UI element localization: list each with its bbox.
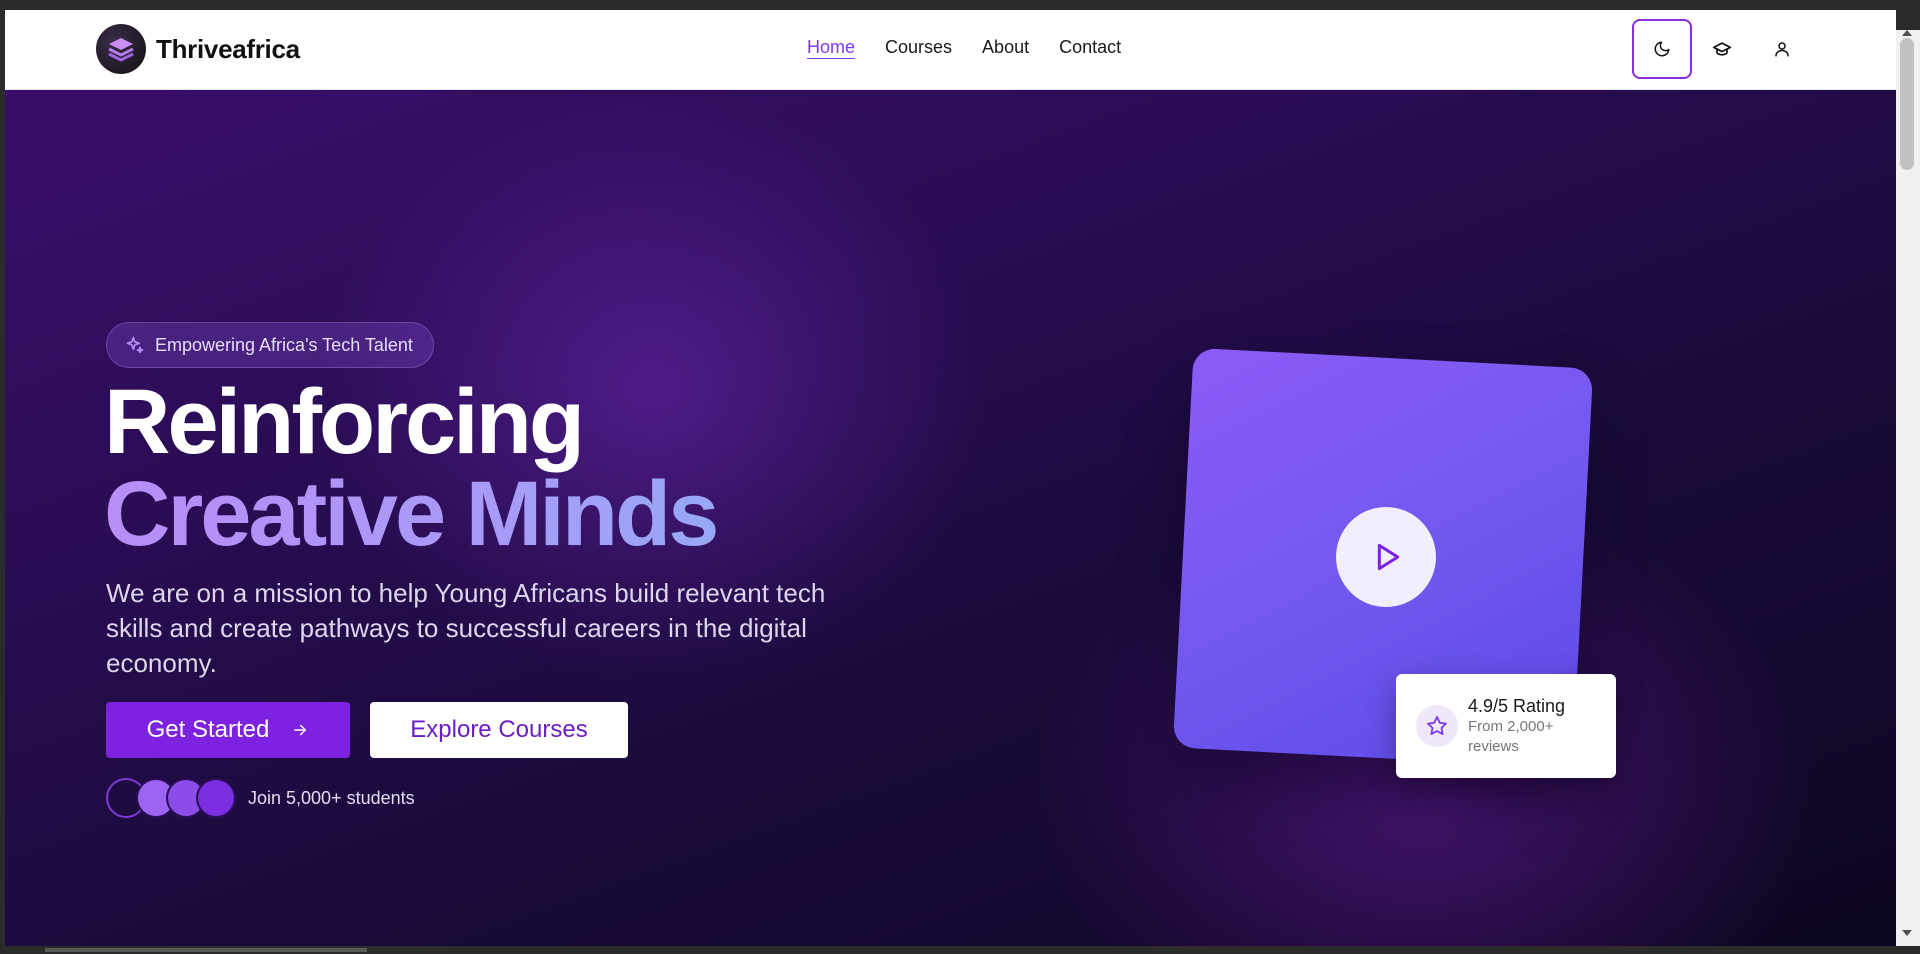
play-video-button[interactable] xyxy=(1336,507,1436,607)
hero-subtitle: We are on a mission to help Young Africa… xyxy=(106,578,826,678)
moon-icon xyxy=(1654,41,1670,57)
play-icon xyxy=(1377,543,1400,571)
hero-headline: Reinforcing Creative Minds xyxy=(104,371,719,565)
student-avatars xyxy=(106,778,236,818)
get-started-button[interactable]: Get Started xyxy=(106,702,350,758)
nav-link-about[interactable]: About xyxy=(982,37,1029,58)
nav-links: Home Courses About Contact xyxy=(807,37,1121,58)
hero-badge: Empowering Africa's Tech Talent xyxy=(106,322,434,368)
arrow-right-icon xyxy=(294,724,307,736)
rating-icon-wrap xyxy=(1416,705,1458,747)
theme-toggle-button[interactable] xyxy=(1632,19,1692,79)
cta-row: Get Started Explore Courses xyxy=(106,702,628,758)
layers-logo-icon xyxy=(96,24,146,74)
social-proof: Join 5,000+ students xyxy=(106,778,415,818)
brand-name: Thriveafrica xyxy=(156,33,300,64)
nav-link-home[interactable]: Home xyxy=(807,37,855,58)
rating-title: 4.9/5 Rating xyxy=(1468,695,1566,716)
explore-courses-label: Explore Courses xyxy=(410,716,588,743)
scroll-down-arrow-icon[interactable] xyxy=(1901,928,1913,938)
headline-line-2: Creative Minds xyxy=(104,463,719,565)
scrollbar-thumb[interactable] xyxy=(1900,38,1914,170)
navbar: Thriveafrica Home Courses About Contact xyxy=(5,10,1896,90)
get-started-label: Get Started xyxy=(146,716,270,743)
rating-subtitle: From 2,000+ reviews xyxy=(1468,717,1554,755)
hero-section: Empowering Africa's Tech Talent Reinforc… xyxy=(5,90,1896,946)
courses-icon-button[interactable] xyxy=(1692,19,1752,79)
social-proof-text: Join 5,000+ students xyxy=(248,787,415,808)
rating-card: 4.9/5 Rating From 2,000+ reviews xyxy=(1396,674,1616,778)
user-icon xyxy=(1775,42,1789,57)
avatar xyxy=(196,778,236,818)
account-button[interactable] xyxy=(1752,19,1812,79)
brand[interactable]: Thriveafrica xyxy=(96,24,300,74)
nav-link-contact[interactable]: Contact xyxy=(1059,37,1121,58)
horizontal-scroll-indicator xyxy=(45,948,367,952)
explore-courses-button[interactable]: Explore Courses xyxy=(370,702,628,758)
sparkles-icon xyxy=(126,336,144,354)
headline-line-1: Reinforcing xyxy=(104,371,585,473)
hero-badge-text: Empowering Africa's Tech Talent xyxy=(155,334,413,355)
nav-link-courses[interactable]: Courses xyxy=(885,37,952,58)
nav-actions xyxy=(1632,19,1812,79)
scroll-up-arrow-icon[interactable] xyxy=(1901,28,1913,38)
rating-texts: 4.9/5 Rating From 2,000+ reviews xyxy=(1468,696,1578,757)
star-icon xyxy=(1427,716,1447,735)
graduation-cap-icon xyxy=(1712,42,1732,56)
page-viewport: Thriveafrica Home Courses About Contact xyxy=(5,10,1896,946)
